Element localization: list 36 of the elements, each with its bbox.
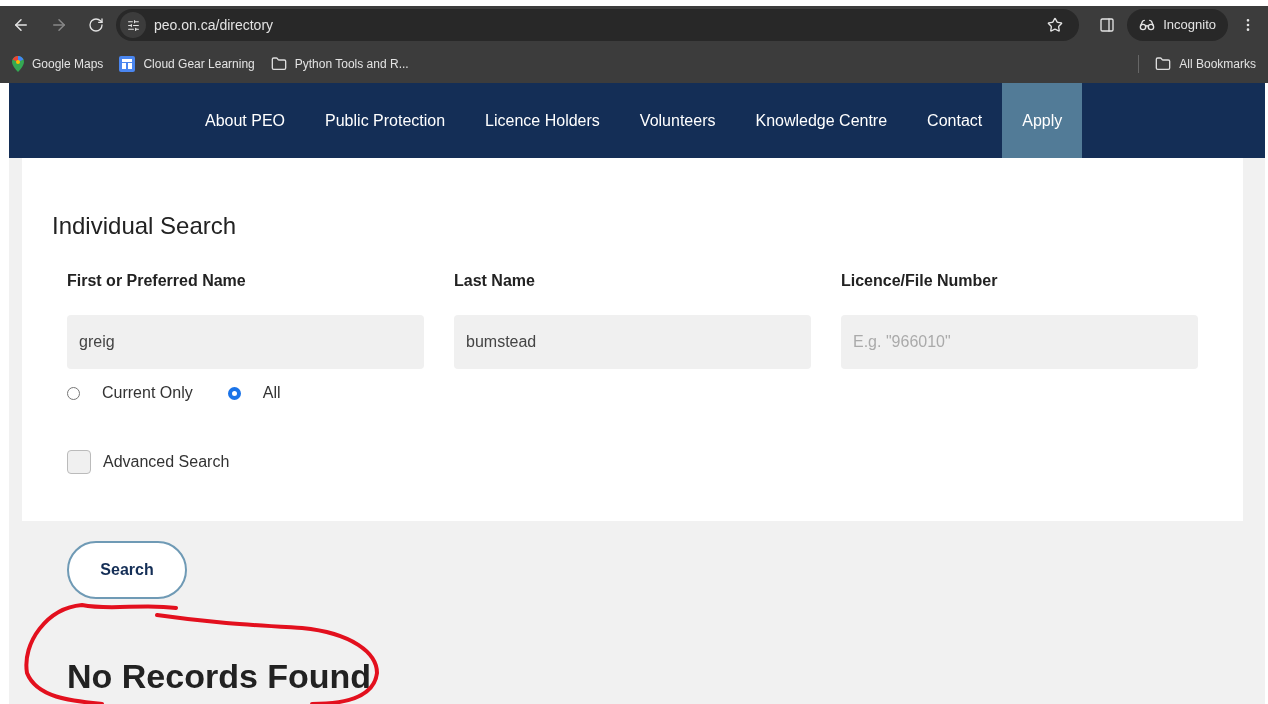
nav-link[interactable]: Public Protection (305, 83, 466, 158)
folder-icon (270, 55, 287, 72)
reload-icon[interactable] (88, 17, 104, 33)
input-field[interactable]: bumstead (454, 315, 811, 369)
incognito-badge[interactable]: Incognito (1127, 9, 1228, 41)
no-results-heading: No Records Found (67, 656, 372, 697)
site-info-icon[interactable] (120, 12, 146, 38)
app-grid-icon (119, 55, 136, 72)
side-panel-icon[interactable] (1099, 17, 1116, 33)
forward-icon[interactable] (50, 16, 68, 34)
bookmark-item[interactable]: Cloud Gear Learning (119, 54, 255, 73)
nav-link[interactable]: Apply (1002, 83, 1083, 158)
search-button[interactable]: Search (67, 541, 187, 599)
nav-link[interactable]: Knowledge Centre (735, 83, 908, 158)
nav-link[interactable]: Volunteers (619, 83, 736, 158)
field-label: Licence/File Number (841, 271, 999, 291)
all-bookmarks-item[interactable]: All Bookmarks (1155, 54, 1256, 73)
address-bar[interactable]: peo.on.ca/directory (116, 9, 1080, 41)
input-field[interactable]: E.g. "966010" (841, 315, 1198, 369)
nav-link[interactable]: Contact (907, 83, 1003, 158)
url-text: peo.on.ca/directory (154, 15, 275, 35)
bookmark-star-icon[interactable] (1047, 17, 1064, 33)
folder-icon (1155, 55, 1172, 72)
field-label: Last Name (454, 271, 536, 291)
bookmark-item[interactable]: Google Maps (12, 54, 104, 73)
input-field[interactable]: greig (67, 315, 424, 369)
status-radio[interactable]: All (227, 381, 281, 405)
bookmark-item[interactable]: Python Tools and R... (270, 54, 409, 73)
nav-link[interactable]: Licence Holders (465, 83, 620, 158)
advanced-search-checkbox[interactable]: Advanced Search (52, 450, 1198, 474)
field-label: First or Preferred Name (67, 271, 247, 291)
status-radio[interactable]: Current Only (67, 381, 193, 405)
map-pin-icon (12, 55, 24, 72)
back-icon[interactable] (12, 16, 30, 34)
nav-link[interactable]: About PEO (185, 83, 306, 158)
section-title: Individual Search (52, 211, 238, 241)
